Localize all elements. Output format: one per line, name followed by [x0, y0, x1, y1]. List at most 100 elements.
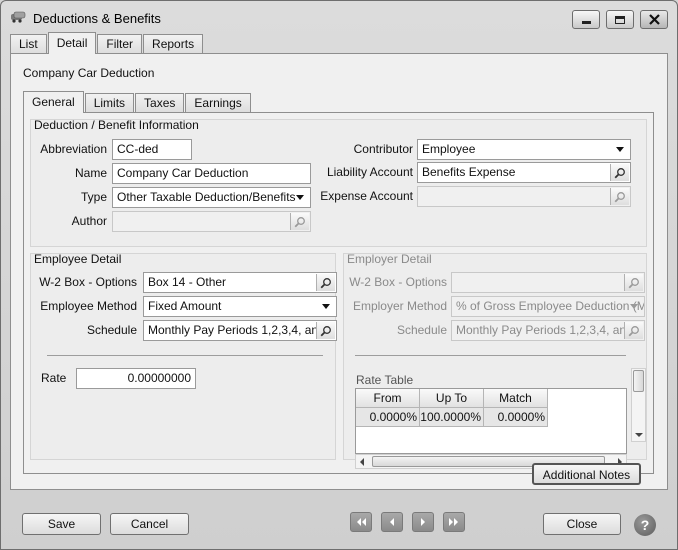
magnifier-icon — [320, 325, 331, 336]
contributor-select[interactable]: Employee — [417, 139, 631, 160]
employer-method-select: % of Gross Employee Deduction (Mu — [451, 296, 645, 317]
rate-table-header: From Up To Match — [356, 389, 548, 408]
detail-panel: Company Car Deduction General Limits Tax… — [10, 53, 668, 490]
abbreviation-label: Abbreviation — [40, 142, 107, 156]
help-button[interactable]: ? — [634, 514, 656, 536]
window-title: Deductions & Benefits — [33, 11, 161, 26]
type-value: Other Taxable Deduction/Benefits — [117, 190, 296, 204]
liability-lookup-button[interactable] — [610, 164, 629, 181]
main-tabs: List Detail Filter Reports — [10, 32, 204, 54]
author-label: Author — [71, 214, 107, 228]
employer-schedule-lookup-button — [624, 322, 643, 339]
employee-w2-label: W-2 Box - Options — [39, 275, 137, 289]
employer-method-value: % of Gross Employee Deduction (Mu — [456, 299, 645, 313]
liability-account-field[interactable]: Benefits Expense — [417, 162, 631, 183]
minimize-icon — [581, 21, 591, 24]
tab-earnings[interactable]: Earnings — [185, 93, 251, 113]
tab-general[interactable]: General — [23, 91, 84, 113]
employee-method-value: Fixed Amount — [148, 299, 222, 313]
cell-up-to[interactable]: 100.0000% — [420, 408, 484, 427]
maximize-icon — [615, 15, 625, 24]
tab-limits[interactable]: Limits — [84, 93, 135, 113]
employee-detail-group: Employee Detail W-2 Box - Options Box 14… — [30, 252, 337, 460]
cell-match[interactable]: 0.0000% — [484, 408, 548, 427]
previous-record-button[interactable] — [381, 512, 403, 532]
employee-schedule-lookup-button[interactable] — [316, 322, 335, 339]
cancel-button[interactable]: Cancel — [110, 513, 189, 535]
abbreviation-field[interactable]: CC-ded — [112, 139, 192, 160]
maximize-button[interactable] — [606, 10, 634, 29]
liability-account-label: Liability Account — [326, 165, 413, 179]
employer-schedule-field: Monthly Pay Periods 1,2,3,4, an... — [451, 320, 645, 341]
employer-w2-field — [451, 272, 645, 293]
magnifier-icon — [628, 277, 639, 288]
next-record-button[interactable] — [412, 512, 434, 532]
additional-notes-button[interactable]: Additional Notes — [532, 463, 641, 485]
tab-taxes[interactable]: Taxes — [135, 93, 185, 113]
table-row[interactable]: 0.0000% 100.0000% 0.0000% — [356, 408, 548, 427]
deduction-info-group: Deduction / Benefit Information Abbrevia… — [30, 118, 647, 247]
minimize-button[interactable] — [572, 10, 600, 29]
cell-from[interactable]: 0.0000% — [356, 408, 420, 427]
employee-schedule-field[interactable]: Monthly Pay Periods 1,2,3,4, and 5 — [143, 320, 337, 341]
employer-schedule-value: Monthly Pay Periods 1,2,3,4, an... — [456, 323, 637, 337]
tab-reports[interactable]: Reports — [143, 34, 204, 54]
expense-account-field[interactable] — [417, 186, 631, 207]
last-record-button[interactable] — [443, 512, 465, 532]
column-header-match[interactable]: Match — [484, 389, 548, 408]
general-panel: Deduction / Benefit Information Abbrevia… — [23, 112, 654, 474]
employer-w2-label: W-2 Box - Options — [349, 275, 447, 289]
column-header-from[interactable]: From — [356, 389, 420, 408]
magnifier-icon — [294, 216, 305, 227]
first-record-icon — [357, 518, 366, 526]
employee-method-select[interactable]: Fixed Amount — [143, 296, 337, 317]
next-record-icon — [421, 518, 425, 526]
employee-method-label: Employee Method — [40, 299, 137, 313]
name-label: Name — [74, 166, 107, 180]
type-select[interactable]: Other Taxable Deduction/Benefits — [112, 187, 311, 208]
employee-detail-heading: Employee Detail — [34, 252, 122, 266]
employer-schedule-label: Schedule — [396, 323, 447, 337]
close-button[interactable]: Close — [543, 513, 621, 535]
magnifier-icon — [628, 325, 639, 336]
scrollbar-thumb[interactable] — [633, 370, 644, 392]
column-header-up-to[interactable]: Up To — [420, 389, 484, 408]
magnifier-icon — [320, 277, 331, 288]
chevron-down-icon — [322, 304, 330, 309]
save-button[interactable]: Save — [22, 513, 101, 535]
employer-detail-group: Employer Detail W-2 Box - Options Employ… — [343, 252, 647, 469]
title-bar: Deductions & Benefits — [1, 1, 677, 33]
chevron-down-icon — [296, 195, 304, 200]
employee-schedule-label: Schedule — [86, 323, 137, 337]
close-icon — [648, 14, 660, 25]
chevron-left-icon — [360, 458, 364, 466]
help-icon: ? — [640, 517, 650, 533]
first-record-button[interactable] — [350, 512, 372, 532]
tab-detail[interactable]: Detail — [47, 32, 97, 54]
employee-w2-field[interactable]: Box 14 - Other — [143, 272, 337, 293]
close-window-button[interactable] — [640, 10, 668, 29]
chevron-down-icon — [635, 433, 643, 437]
expense-lookup-button[interactable] — [610, 188, 629, 205]
previous-record-icon — [390, 518, 394, 526]
deductions-benefits-window: Deductions & Benefits List Detail Filter… — [0, 0, 678, 550]
tab-filter[interactable]: Filter — [97, 34, 143, 54]
rate-field[interactable]: 0.00000000 — [76, 368, 196, 389]
employer-detail-heading: Employer Detail — [347, 252, 432, 266]
detail-tabs: General Limits Taxes Earnings — [23, 91, 252, 113]
last-record-icon — [449, 518, 458, 526]
employee-w2-value: Box 14 - Other — [148, 275, 227, 289]
name-field[interactable]: Company Car Deduction — [112, 163, 311, 184]
employer-method-label: Employer Method — [352, 299, 447, 313]
chevron-down-icon — [630, 304, 638, 309]
cars-icon — [11, 11, 26, 23]
employee-w2-lookup-button[interactable] — [316, 274, 335, 291]
author-field — [112, 211, 311, 232]
rate-table-vertical-scrollbar[interactable] — [631, 368, 646, 442]
contributor-label: Contributor — [353, 142, 413, 156]
tab-list[interactable]: List — [10, 34, 47, 54]
employer-w2-lookup-button — [624, 274, 643, 291]
rate-table: From Up To Match 0.0000% 100.0000% 0.000… — [355, 388, 627, 454]
employee-separator — [47, 355, 323, 356]
rate-label: Rate — [41, 371, 67, 385]
